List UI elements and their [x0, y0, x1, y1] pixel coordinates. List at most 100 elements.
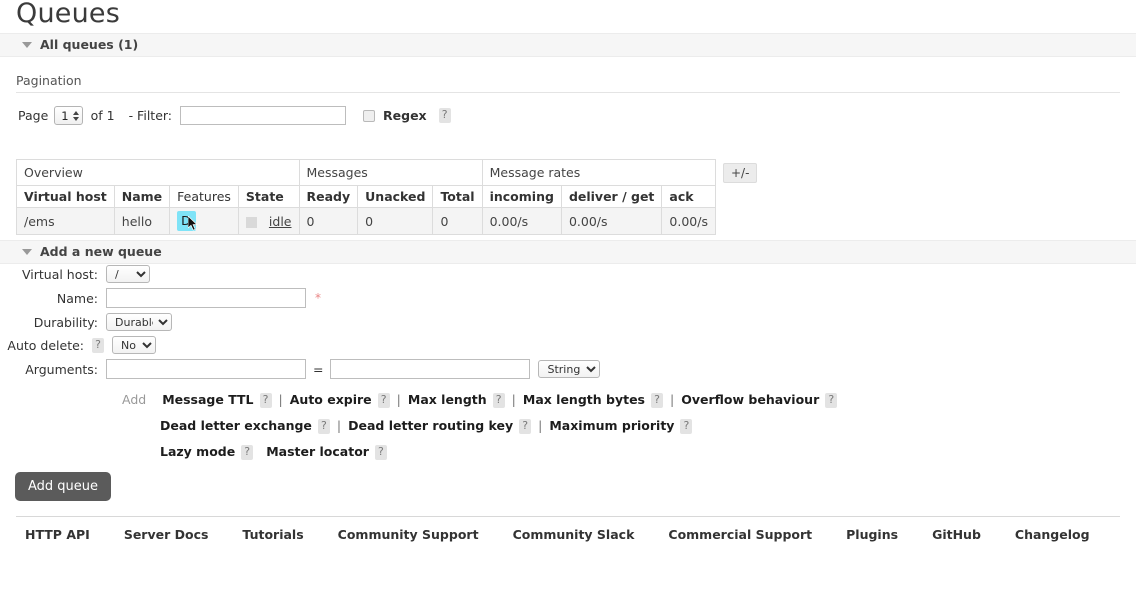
all-queues-section-label: All queues (1)	[40, 37, 139, 52]
page-total-label: of 1	[90, 108, 115, 123]
footer-link-community-support[interactable]: Community Support	[338, 527, 479, 542]
preset-max-length-bytes[interactable]: Max length bytes	[523, 392, 645, 407]
footer-link-changelog[interactable]: Changelog	[1015, 527, 1090, 542]
arguments-row: Arguments: = String	[0, 359, 1136, 379]
argument-value-input[interactable]	[330, 359, 531, 379]
name-label: Name:	[56, 290, 98, 306]
footer-link-tutorials[interactable]: Tutorials	[242, 527, 303, 542]
col-ack[interactable]: ack	[661, 185, 716, 208]
max-length-bytes-help-icon[interactable]: ?	[651, 393, 663, 408]
queue-name-input[interactable]	[106, 288, 306, 308]
pagination-title: Pagination	[16, 73, 82, 88]
feature-durable-badge: D	[177, 211, 196, 231]
pagination-divider	[16, 92, 1120, 93]
preset-line-3: Lazy mode? Master locator?	[160, 439, 837, 465]
preset-max-length[interactable]: Max length	[408, 392, 487, 407]
col-name[interactable]: Name	[113, 185, 171, 208]
table-group-header-row: Overview Messages Message rates +/-	[16, 159, 765, 186]
table-header-row: Virtual host Name Features State Ready U…	[16, 185, 765, 208]
stepper-arrows-icon[interactable]	[72, 110, 79, 121]
state-indicator-icon	[245, 216, 257, 228]
cell-deliver-get: 0.00/s	[560, 207, 663, 235]
footer-links: HTTP API Server Docs Tutorials Community Su…	[25, 527, 1124, 542]
auto-delete-select[interactable]: No	[112, 336, 156, 354]
auto-delete-row: Auto delete: ? No	[0, 336, 1136, 354]
footer-link-server-docs[interactable]: Server Docs	[124, 527, 209, 542]
preset-line-1: Add Message TTL? | Auto expire? | Max length?…	[122, 387, 838, 413]
durability-label: Durability:	[33, 314, 98, 330]
footer-divider	[16, 516, 1120, 517]
add-queue-section-header[interactable]: Add a new queue	[0, 240, 1136, 264]
dead-letter-exchange-help-icon[interactable]: ?	[317, 419, 330, 434]
name-row: Name: *	[0, 288, 1136, 308]
col-deliver-get[interactable]: deliver / get	[560, 185, 663, 208]
cell-ready: 0	[298, 207, 359, 235]
group-header-messages: Messages	[298, 159, 483, 186]
max-length-help-icon[interactable]: ?	[492, 393, 505, 408]
col-incoming[interactable]: incoming	[481, 185, 562, 208]
col-unacked[interactable]: Unacked	[357, 185, 434, 208]
all-queues-section-header[interactable]: All queues (1)	[0, 33, 1136, 57]
add-argument-link[interactable]: Add	[122, 392, 146, 407]
footer-link-commercial-support[interactable]: Commercial Support	[668, 527, 812, 542]
preset-line-2: Dead letter exchange? | Dead letter routin…	[160, 413, 837, 439]
preset-lazy-mode[interactable]: Lazy mode	[160, 444, 235, 459]
preset-auto-expire[interactable]: Auto expire	[290, 392, 372, 407]
virtual-host-label: Virtual host:	[21, 266, 98, 282]
argument-type-select[interactable]: String	[538, 360, 601, 378]
footer-link-community-slack[interactable]: Community Slack	[513, 527, 635, 542]
col-virtual-host[interactable]: Virtual host	[16, 185, 115, 208]
col-state[interactable]: State	[237, 185, 300, 208]
name-required-marker: *	[315, 291, 321, 305]
overflow-behaviour-help-icon[interactable]: ?	[825, 393, 838, 408]
cell-incoming: 0.00/s	[481, 207, 562, 235]
master-locator-help-icon[interactable]: ?	[374, 445, 387, 460]
argument-equals-sign: =	[313, 361, 324, 377]
argument-key-input[interactable]	[106, 359, 306, 379]
preset-maximum-priority[interactable]: Maximum priority	[549, 418, 674, 433]
filter-input[interactable]	[180, 106, 347, 125]
add-queue-button[interactable]: Add queue	[15, 472, 112, 501]
group-header-message-rates: Message rates	[481, 159, 716, 186]
argument-presets: Add Message TTL? | Auto expire? | Max length?…	[122, 387, 838, 465]
regex-checkbox[interactable]	[363, 109, 376, 122]
auto-expire-help-icon[interactable]: ?	[377, 393, 390, 408]
regex-help-icon[interactable]: ?	[438, 108, 451, 123]
state-value[interactable]: idle	[269, 214, 292, 229]
maximum-priority-help-icon[interactable]: ?	[680, 419, 693, 434]
preset-dead-letter-routing-key[interactable]: Dead letter routing key	[348, 418, 513, 433]
add-queue-collapse-caret-icon[interactable]	[22, 249, 32, 255]
durability-select[interactable]: Durable	[106, 313, 172, 331]
cell-ack: 0.00/s	[661, 207, 716, 235]
regex-label: Regex	[383, 108, 427, 123]
preset-overflow-behaviour[interactable]: Overflow behaviour	[681, 392, 819, 407]
preset-message-ttl[interactable]: Message TTL	[162, 392, 253, 407]
columns-toggle-cell: +/-	[715, 160, 764, 186]
filter-label: - Filter:	[128, 108, 173, 123]
cell-virtual-host: /ems	[16, 207, 115, 235]
preset-master-locator[interactable]: Master locator	[266, 444, 369, 459]
collapse-caret-icon[interactable]	[22, 42, 32, 48]
queue-name-link[interactable]: hello	[122, 214, 152, 229]
dead-letter-routing-key-help-icon[interactable]: ?	[519, 419, 532, 434]
virtual-host-select[interactable]: /	[106, 265, 150, 283]
footer-link-plugins[interactable]: Plugins	[846, 527, 898, 542]
cell-name[interactable]: hello	[113, 207, 171, 235]
group-header-overview: Overview	[16, 159, 300, 186]
auto-delete-help-icon[interactable]: ?	[92, 337, 104, 353]
cell-state: idle	[237, 207, 300, 235]
col-ready[interactable]: Ready	[298, 185, 359, 208]
table-row: /ems hello D idle 0 0 0 0.00/s 0.00/s 0.…	[16, 207, 765, 235]
lazy-mode-help-icon[interactable]: ?	[241, 445, 254, 460]
col-total[interactable]: Total	[432, 185, 483, 208]
queues-page: Queues All queues (1) Pagination Page 1 …	[0, 0, 1136, 594]
footer-link-github[interactable]: GitHub	[932, 527, 981, 542]
footer-link-http-api[interactable]: HTTP API	[25, 527, 90, 542]
page-number-value: 1	[61, 108, 69, 123]
col-features: Features	[169, 185, 239, 208]
virtual-host-row: Virtual host: /	[0, 265, 1136, 283]
columns-toggle-button[interactable]: +/-	[722, 162, 758, 183]
preset-dead-letter-exchange[interactable]: Dead letter exchange	[160, 418, 312, 433]
page-number-stepper[interactable]: 1	[54, 106, 83, 125]
message-ttl-help-icon[interactable]: ?	[259, 393, 272, 408]
